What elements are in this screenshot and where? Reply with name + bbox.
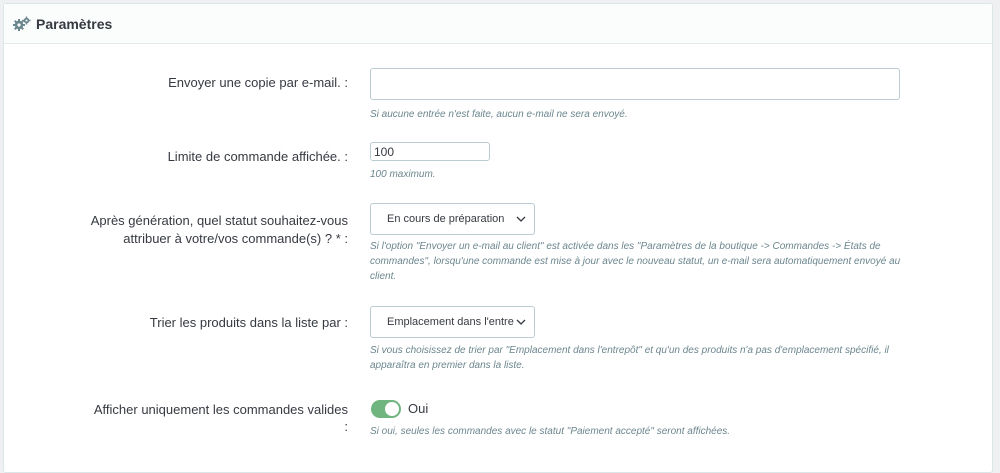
panel-header: Paramètres — [4, 4, 992, 44]
status-after-select[interactable]: En cours de préparation — [370, 203, 535, 235]
chevron-down-icon — [516, 319, 526, 325]
sort-products-select[interactable]: Emplacement dans l'entre — [370, 306, 535, 338]
chevron-down-icon — [516, 216, 526, 222]
valid-only-toggle[interactable] — [371, 400, 401, 418]
order-limit-input[interactable] — [370, 142, 490, 161]
email-copy-input[interactable] — [370, 68, 900, 100]
sort-products-selected: Emplacement dans l'entre — [387, 316, 514, 328]
sort-products-label: Trier les produits dans la liste par : — [149, 315, 348, 330]
valid-only-label-line1: Afficher uniquement les commandes valide… — [93, 402, 348, 417]
status-after-label-line2: attribuer à votre/vos commande(s) ? * : — [123, 231, 348, 246]
order-limit-help: 100 maximum. — [370, 169, 436, 180]
status-after-selected: En cours de préparation — [387, 213, 505, 225]
toggle-knob — [385, 402, 399, 416]
valid-only-label-line2: : — [344, 419, 348, 434]
status-after-label-line1: Après génération, quel statut souhaitez-… — [90, 213, 348, 228]
email-copy-label: Envoyer une copie par e-mail. : — [168, 75, 348, 90]
order-limit-label: Limite de commande affichée. : — [167, 149, 348, 164]
valid-only-toggle-label: Oui — [408, 401, 429, 416]
email-copy-help: Si aucune entrée n'est faite, aucun e-ma… — [370, 109, 628, 120]
status-after-help: Si l'option "Envoyer un e-mail au client… — [370, 241, 901, 282]
settings-panel: Paramètres Envoyer une copie par e-mail.… — [3, 3, 993, 473]
valid-only-help: Si oui, seules les commandes avec le sta… — [370, 426, 731, 437]
gears-icon — [13, 16, 31, 32]
panel-title: Paramètres — [36, 15, 113, 32]
sort-products-help: Si vous choisissez de trier par "Emplace… — [370, 345, 889, 371]
